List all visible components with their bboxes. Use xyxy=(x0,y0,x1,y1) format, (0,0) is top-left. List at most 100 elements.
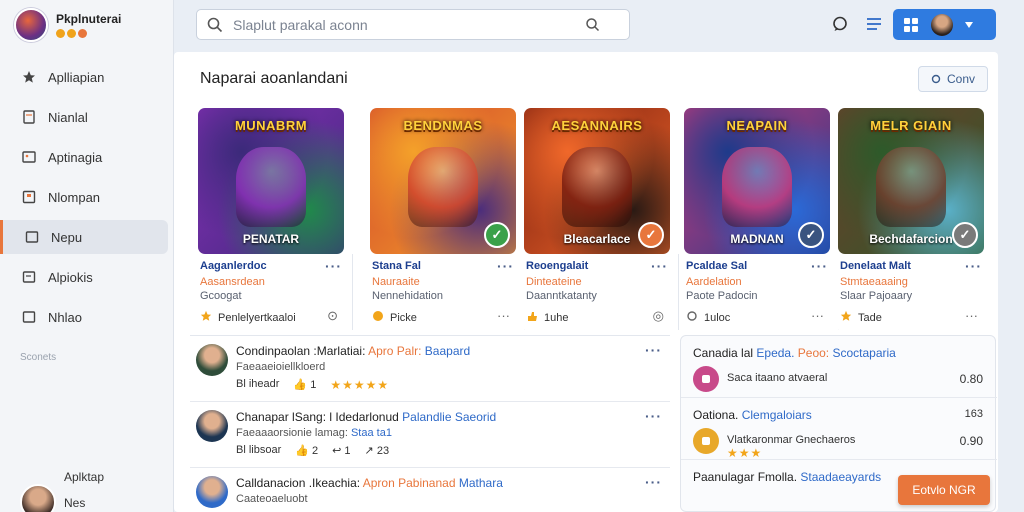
side-panel-item[interactable]: Canadia lal Epeda. Peoo: Scoctaparia Sac… xyxy=(681,336,997,398)
side-panel-title-link[interactable]: Clemgaloiars xyxy=(742,408,812,422)
account-button[interactable] xyxy=(893,9,996,40)
app-logo[interactable] xyxy=(14,8,48,42)
game-thumbnail[interactable]: MELR GIAIN Bechdafarcion ✓ xyxy=(838,108,984,254)
chat-icon[interactable] xyxy=(830,14,850,34)
side-panel-title-main: Paanulagar Fmolla. xyxy=(693,470,798,484)
folder-icon xyxy=(25,231,39,243)
more-options-icon[interactable]: ··· xyxy=(645,342,662,358)
game-thumbnail[interactable]: AESANNAIRS Bleacarlace ✓ xyxy=(524,108,670,254)
badge-icon[interactable]: ✓ xyxy=(484,222,510,248)
more-options-icon[interactable]: ··· xyxy=(325,258,342,274)
feed-subtitle: Caateoaeluobt xyxy=(236,493,308,505)
chat-icon[interactable]: ◎ xyxy=(653,308,664,324)
side-panel-title-link-2[interactable]: Scoctaparia xyxy=(832,346,895,360)
profile-status: Nes xyxy=(64,496,86,510)
sidebar-nav: Aplliapian Nianlal Aptinagia Nlompan Nep… xyxy=(0,60,174,340)
feed-title-main: Calldanacion .Ikeachia: xyxy=(236,476,361,490)
search-bar[interactable] xyxy=(196,9,630,40)
feed-title: Condinpaolan :Marlatiai: Apro Palr: Baap… xyxy=(236,344,470,358)
sidebar-item-3[interactable]: Nlompan xyxy=(6,180,168,214)
side-panel-value: 0.80 xyxy=(959,372,983,386)
card-title[interactable]: Aaganlerdoc xyxy=(200,260,267,272)
card-title[interactable]: Pcaldae Sal xyxy=(686,260,747,272)
share-icon[interactable]: ↗ 23 xyxy=(365,444,390,457)
badge-icon[interactable]: ✓ xyxy=(952,222,978,248)
card-title[interactable]: Denelaat Malt xyxy=(840,260,911,272)
card-subtitle: Stmtaeaaaing xyxy=(840,276,908,288)
conv-button-label: Conv xyxy=(946,72,975,86)
list-item[interactable]: Chanapar lSang: l Idedarlonud Palandlie … xyxy=(190,402,670,468)
search-submit-icon[interactable] xyxy=(585,17,601,33)
side-panel-item[interactable]: Oationa. Clemgaloiars 163 Vlatkaronmar G… xyxy=(681,398,997,460)
side-panel-title-link[interactable]: Epeda. xyxy=(756,346,794,360)
avatar xyxy=(931,13,953,36)
avatar[interactable] xyxy=(20,484,56,512)
sidebar-item-label: Aplliapian xyxy=(48,69,105,85)
coin-icon xyxy=(372,310,384,325)
more-options-icon[interactable]: ··· xyxy=(965,258,982,274)
dots-icon[interactable]: ··· xyxy=(497,308,510,323)
like-icon[interactable]: 👍 1 xyxy=(293,378,316,392)
menu-icon[interactable] xyxy=(864,14,884,34)
side-panel-title: Paanulagar Fmolla. Staadaeayards xyxy=(693,470,881,484)
more-options-icon[interactable]: ··· xyxy=(645,474,662,490)
game-card[interactable]: MELR GIAIN Bechdafarcion ✓ Denelaat Malt… xyxy=(834,104,988,330)
game-card[interactable]: MUNABRM PENATAR Aaganlerdoc ··· Aasansrd… xyxy=(194,104,353,330)
app-icon[interactable] xyxy=(693,366,719,392)
badge-icon[interactable]: ✓ xyxy=(798,222,824,248)
more-options-icon[interactable]: ··· xyxy=(811,258,828,274)
cta-button[interactable]: Eotvlo NGR xyxy=(898,475,990,505)
avatar[interactable] xyxy=(196,410,228,442)
card-footer: Tade xyxy=(840,310,882,325)
dots-icon[interactable]: ··· xyxy=(965,308,978,323)
pin-icon[interactable]: ⊙ xyxy=(327,308,338,324)
card-meta: Gcoogat xyxy=(200,290,242,302)
card-footer: Penlelyertkaaloi xyxy=(200,310,296,325)
list-item[interactable]: Calldanacion .Ikeachia: Apron Pabinanad … xyxy=(190,468,670,512)
feed-title-link[interactable]: Palandlie Saeorid xyxy=(402,410,496,424)
game-thumbnail[interactable]: BENDNMAS ✓ xyxy=(370,108,516,254)
game-card[interactable]: NEAPAIN MADNAN ✓ Pcaldae Sal ··· Aardela… xyxy=(680,104,839,330)
more-options-icon[interactable]: ··· xyxy=(497,258,514,274)
sidebar-item-label: Alpiokis xyxy=(48,269,93,285)
feed-title-link[interactable]: Baapard xyxy=(425,344,470,358)
game-thumbnail[interactable]: MUNABRM PENATAR xyxy=(198,108,344,254)
meta-text: Bl iheadr xyxy=(236,378,280,390)
more-options-icon[interactable]: ··· xyxy=(645,408,662,424)
box-icon xyxy=(22,311,36,323)
list-item[interactable]: Condinpaolan :Marlatiai: Apro Palr: Baap… xyxy=(190,336,670,402)
card-title[interactable]: Stana Fal xyxy=(372,260,421,272)
rating-stars: ★★★ xyxy=(727,446,763,460)
dots-icon[interactable]: ··· xyxy=(811,308,824,323)
sidebar-item-1[interactable]: Nianlal xyxy=(6,100,168,134)
like-icon[interactable]: 👍 2 xyxy=(295,444,318,457)
thumbnail-title: MUNABRM xyxy=(234,118,308,133)
badge-icon[interactable]: ✓ xyxy=(638,222,664,248)
refresh-icon xyxy=(686,310,698,325)
app-icon[interactable] xyxy=(693,428,719,454)
card-footer-label: Penlelyertkaaloi xyxy=(218,311,296,324)
conv-button[interactable]: Conv xyxy=(918,66,988,92)
sidebar-item-4[interactable]: Nepu xyxy=(0,220,168,254)
search-input[interactable] xyxy=(233,16,577,33)
sidebar-item-2[interactable]: Aptinagia xyxy=(6,140,168,174)
feed-title-link[interactable]: Mathara xyxy=(459,476,503,490)
game-card[interactable]: BENDNMAS ✓ Stana Fal ··· Nauraaite Nenne… xyxy=(366,104,525,330)
side-panel-title-link[interactable]: Staadaeayards xyxy=(800,470,881,484)
more-options-icon[interactable]: ··· xyxy=(651,258,668,274)
bookmark-icon xyxy=(22,271,36,283)
sidebar-item-5[interactable]: Alpiokis xyxy=(6,260,168,294)
activity-feed: Condinpaolan :Marlatiai: Apro Palr: Baap… xyxy=(190,335,670,512)
feed-subtitle-link[interactable]: Staa ta1 xyxy=(351,427,392,439)
chevron-down-icon xyxy=(965,21,973,28)
game-thumbnail[interactable]: NEAPAIN MADNAN ✓ xyxy=(684,108,830,254)
game-card[interactable]: AESANNAIRS Bleacarlace ✓ Reoengalait ···… xyxy=(520,104,679,330)
card-title[interactable]: Reoengalait xyxy=(526,260,588,272)
sidebar-item-6[interactable]: Nhlao xyxy=(6,300,168,334)
reply-icon[interactable]: ↩ 1 xyxy=(332,444,350,457)
sidebar-item-0[interactable]: Aplliapian xyxy=(6,60,168,94)
avatar[interactable] xyxy=(196,476,228,508)
feed-meta: Bl libsoar 👍 2 ↩ 1 ↗ 23 xyxy=(236,444,389,457)
avatar[interactable] xyxy=(196,344,228,376)
side-panel-title: Oationa. Clemgaloiars xyxy=(693,408,812,422)
